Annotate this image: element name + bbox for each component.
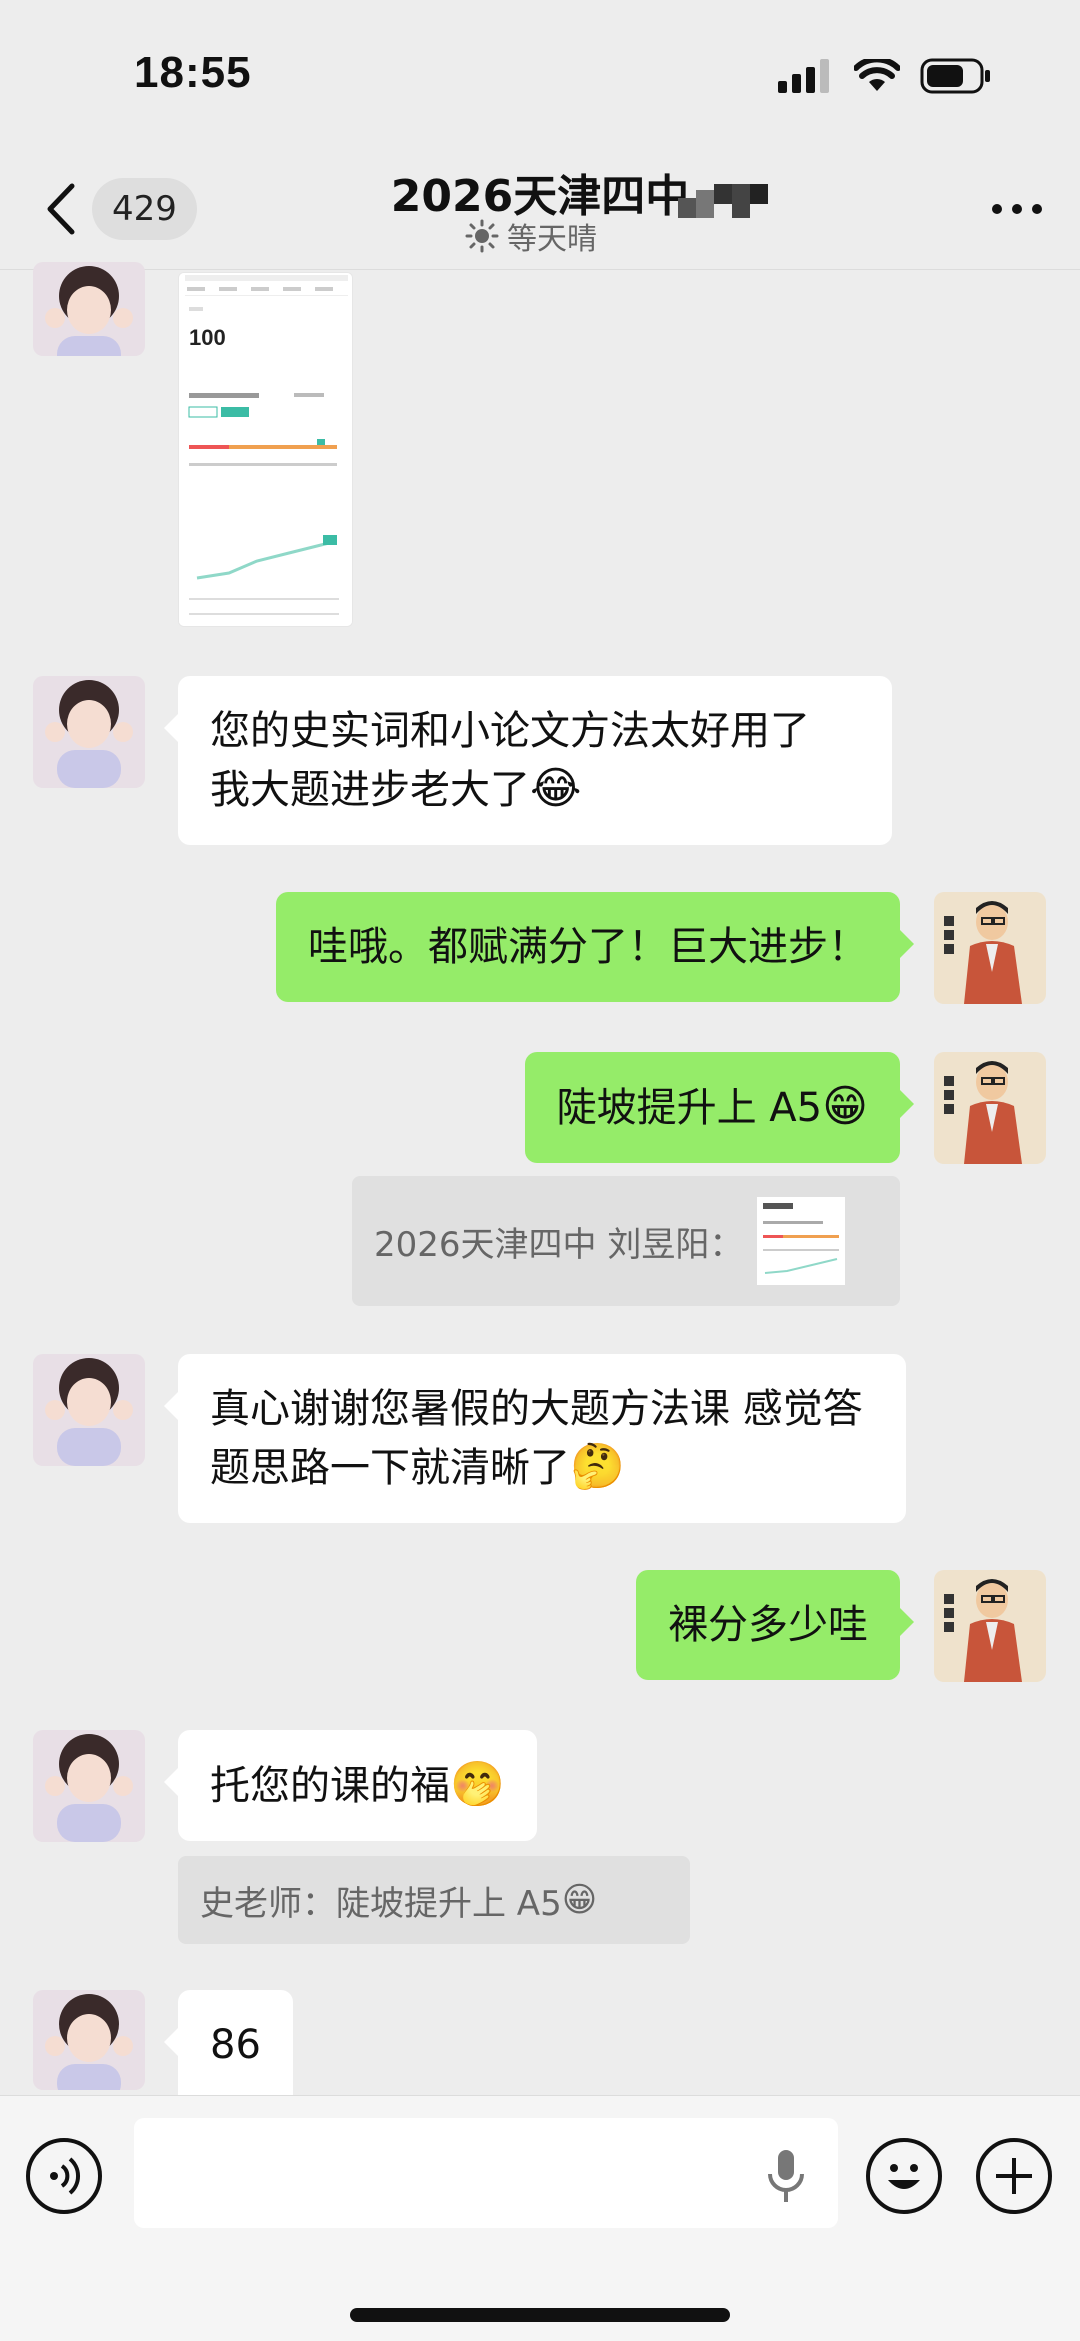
message-bubble-incoming[interactable]: 您的史实词和小论文方法太好用了 我大题进步老大了😂 — [164, 676, 892, 845]
contact-status: 等天晴 — [465, 214, 597, 258]
quote-thumbnail — [757, 1197, 846, 1285]
wifi-icon — [854, 59, 900, 91]
status-time: 18:55 — [134, 48, 252, 97]
message-image-score-screenshot[interactable]: 100 — [178, 272, 353, 627]
avatar[interactable] — [33, 262, 145, 356]
message-text: 您的史实词和小论文方法太好用了 我大题进步老大了 — [210, 708, 810, 813]
quote-text: 史老师：陡坡提升上 A5 — [200, 1883, 562, 1924]
hand-over-mouth-emoji: 🤭 — [450, 1759, 505, 1810]
message-bubble-incoming[interactable]: 86 — [164, 1990, 293, 2095]
more-icon[interactable] — [992, 204, 1042, 214]
quote-text: 2026天津四中 刘昱阳： — [374, 1224, 744, 1265]
grin-emoji: 😁 — [822, 1081, 868, 1132]
screenshot-score: 100 — [189, 325, 226, 350]
avatar[interactable] — [33, 1354, 145, 1466]
input-bar — [0, 2095, 1080, 2341]
message-bubble-incoming[interactable]: 真心谢谢您暑假的大题方法课 感觉答题思路一下就清晰了🤔 — [164, 1354, 906, 1523]
teacher-avatar[interactable] — [934, 892, 1046, 1004]
plus-icon[interactable] — [976, 2138, 1052, 2214]
message-bubble-outgoing[interactable]: 陡坡提升上 A5😁 — [524, 1052, 915, 1163]
avatar[interactable] — [33, 1990, 145, 2090]
message-text: 托您的课的福 — [210, 1763, 450, 1809]
status-bar: 18:55 — [0, 0, 1080, 150]
quoted-message[interactable]: 2026天津四中 刘昱阳： — [352, 1176, 900, 1306]
avatar[interactable] — [33, 676, 145, 788]
chat-header: 429 2026天津四中 等天晴 — [0, 150, 1080, 270]
avatar[interactable] — [33, 1730, 145, 1842]
home-indicator[interactable] — [350, 2308, 730, 2322]
message-text: 真心谢谢您暑假的大题方法课 感觉答题思路一下就清晰了 — [210, 1386, 863, 1491]
message-text: 哇哦。都赋满分了！巨大进步！ — [308, 924, 868, 970]
message-bubble-incoming[interactable]: 托您的课的福🤭 — [164, 1730, 537, 1841]
quoted-message[interactable]: 史老师：陡坡提升上 A5 😁 — [178, 1856, 690, 1944]
chat-screen: 18:55 429 2026天津四中 等天晴 100 您的史实词和小论文方法太好… — [0, 0, 1080, 2341]
emoji-icon[interactable] — [866, 2138, 942, 2214]
redaction-mark — [678, 184, 768, 218]
sun-icon — [465, 219, 499, 253]
message-input[interactable] — [134, 2118, 838, 2228]
message-bubble-outgoing[interactable]: 哇哦。都赋满分了！巨大进步！ — [276, 892, 914, 1002]
grin-emoji: 😁 — [561, 1880, 598, 1920]
message-text: 86 — [210, 2022, 261, 2068]
unread-count-badge[interactable]: 429 — [92, 178, 197, 240]
signal-icon — [778, 59, 829, 93]
teacher-avatar[interactable] — [934, 1052, 1046, 1164]
laugh-emoji: 😂 — [530, 763, 582, 814]
message-bubble-outgoing[interactable]: 裸分多少哇 — [636, 1570, 914, 1680]
battery-icon — [920, 58, 990, 94]
teacher-avatar[interactable] — [934, 1570, 1046, 1682]
voice-icon[interactable] — [26, 2138, 102, 2214]
message-text: 裸分多少哇 — [668, 1602, 868, 1648]
chevron-left-icon[interactable] — [42, 182, 82, 236]
message-text: 陡坡提升上 A5 — [556, 1085, 823, 1131]
mic-icon[interactable] — [766, 2146, 806, 2206]
status-text: 等天晴 — [507, 222, 597, 257]
thinking-emoji: 🤔 — [570, 1441, 625, 1492]
